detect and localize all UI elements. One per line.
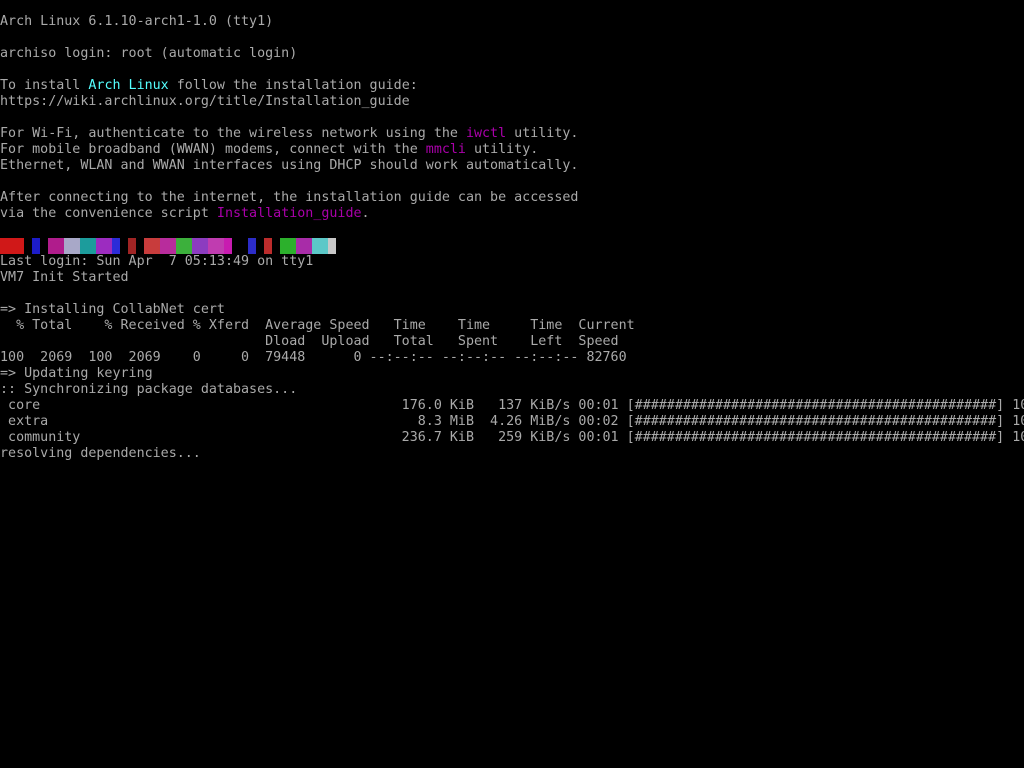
console-line: For Wi-Fi, authenticate to the wireless … (0, 126, 1024, 142)
console-line: 100 2069 100 2069 0 0 79448 0 --:--:-- -… (0, 350, 1024, 366)
console-text: utility. (506, 126, 579, 141)
console-line: Arch Linux 6.1.10-arch1-1.0 (tty1) (0, 14, 1024, 30)
color-block (328, 238, 336, 254)
color-block (208, 238, 224, 254)
color-block (176, 238, 192, 254)
color-block (144, 238, 160, 254)
color-block (224, 238, 232, 254)
console-text: . (361, 206, 370, 221)
highlighted-text: Arch Linux (88, 78, 169, 93)
console-text: https://wiki.archlinux.org/title/Install… (0, 94, 410, 109)
console-text: :: Synchronizing package databases... (0, 382, 298, 397)
console-text: Last login: Sun Apr 7 05:13:49 on tty1 (0, 254, 314, 269)
console-line: To install Arch Linux follow the install… (0, 78, 1024, 94)
console-line: => Installing CollabNet cert (0, 302, 1024, 318)
console-text: Dload Upload Total Spent Left Speed (0, 334, 619, 349)
console-text: For mobile broadband (WWAN) modems, conn… (0, 142, 426, 157)
color-block (112, 238, 120, 254)
console-line: Dload Upload Total Spent Left Speed (0, 334, 1024, 350)
console-text: Ethernet, WLAN and WWAN interfaces using… (0, 158, 579, 173)
console-line: After connecting to the internet, the in… (0, 190, 1024, 206)
console-line: % Total % Received % Xferd Average Speed… (0, 318, 1024, 334)
console-output[interactable]: Arch Linux 6.1.10-arch1-1.0 (tty1) archi… (0, 14, 1024, 768)
color-block (248, 238, 256, 254)
console-line: via the convenience script Installation_… (0, 206, 1024, 222)
console-text: core 176.0 KiB 137 KiB/s 00:01 [########… (0, 398, 1024, 413)
console-text: 100 2069 100 2069 0 0 79448 0 --:--:-- -… (0, 350, 627, 365)
console-text: To install (0, 78, 89, 93)
color-block (96, 238, 112, 254)
color-block (80, 238, 96, 254)
highlighted-text: mmcli (425, 142, 466, 157)
console-text: % Total % Received % Xferd Average Speed… (0, 318, 635, 333)
color-test-bar (0, 238, 1024, 254)
console-line: resolving dependencies... (0, 446, 1024, 462)
console-text: => Installing CollabNet cert (0, 302, 225, 317)
console-text: After connecting to the internet, the in… (0, 190, 579, 205)
console-line: => Updating keyring (0, 366, 1024, 382)
highlighted-text: Installation_guide (216, 206, 362, 221)
console-line: Ethernet, WLAN and WWAN interfaces using… (0, 158, 1024, 174)
console-text: extra 8.3 MiB 4.26 MiB/s 00:02 [########… (0, 414, 1024, 429)
color-block (296, 238, 312, 254)
console-text: resolving dependencies... (0, 446, 201, 461)
color-block (264, 238, 272, 254)
console-text: VM7 Init Started (0, 270, 129, 285)
console-text: => Updating keyring (0, 366, 153, 381)
console-line: https://wiki.archlinux.org/title/Install… (0, 94, 1024, 110)
color-block (0, 238, 24, 254)
console-text: archiso login: root (automatic login) (0, 46, 298, 61)
color-block (32, 238, 40, 254)
console-text: follow the installation guide: (168, 78, 418, 93)
color-block (312, 238, 328, 254)
console-line: For mobile broadband (WWAN) modems, conn… (0, 142, 1024, 158)
console-text: via the convenience script (0, 206, 217, 221)
console-line: Last login: Sun Apr 7 05:13:49 on tty1 (0, 254, 1024, 270)
highlighted-text: iwctl (465, 126, 507, 141)
console-text: community 236.7 KiB 259 KiB/s 00:01 [###… (0, 430, 1024, 445)
console-line: core 176.0 KiB 137 KiB/s 00:01 [########… (0, 398, 1024, 414)
console-text: For Wi-Fi, authenticate to the wireless … (0, 126, 466, 141)
console-line: extra 8.3 MiB 4.26 MiB/s 00:02 [########… (0, 414, 1024, 430)
color-block (280, 238, 296, 254)
color-block (128, 238, 136, 254)
console-line: archiso login: root (automatic login) (0, 46, 1024, 62)
console-text: Arch Linux 6.1.10-arch1-1.0 (tty1) (0, 14, 274, 29)
color-block (64, 238, 80, 254)
color-block (192, 238, 208, 254)
console-line: community 236.7 KiB 259 KiB/s 00:01 [###… (0, 430, 1024, 446)
console-line: VM7 Init Started (0, 270, 1024, 286)
console-line: :: Synchronizing package databases... (0, 382, 1024, 398)
console-text: utility. (465, 142, 539, 157)
color-block (160, 238, 176, 254)
color-block (48, 238, 64, 254)
